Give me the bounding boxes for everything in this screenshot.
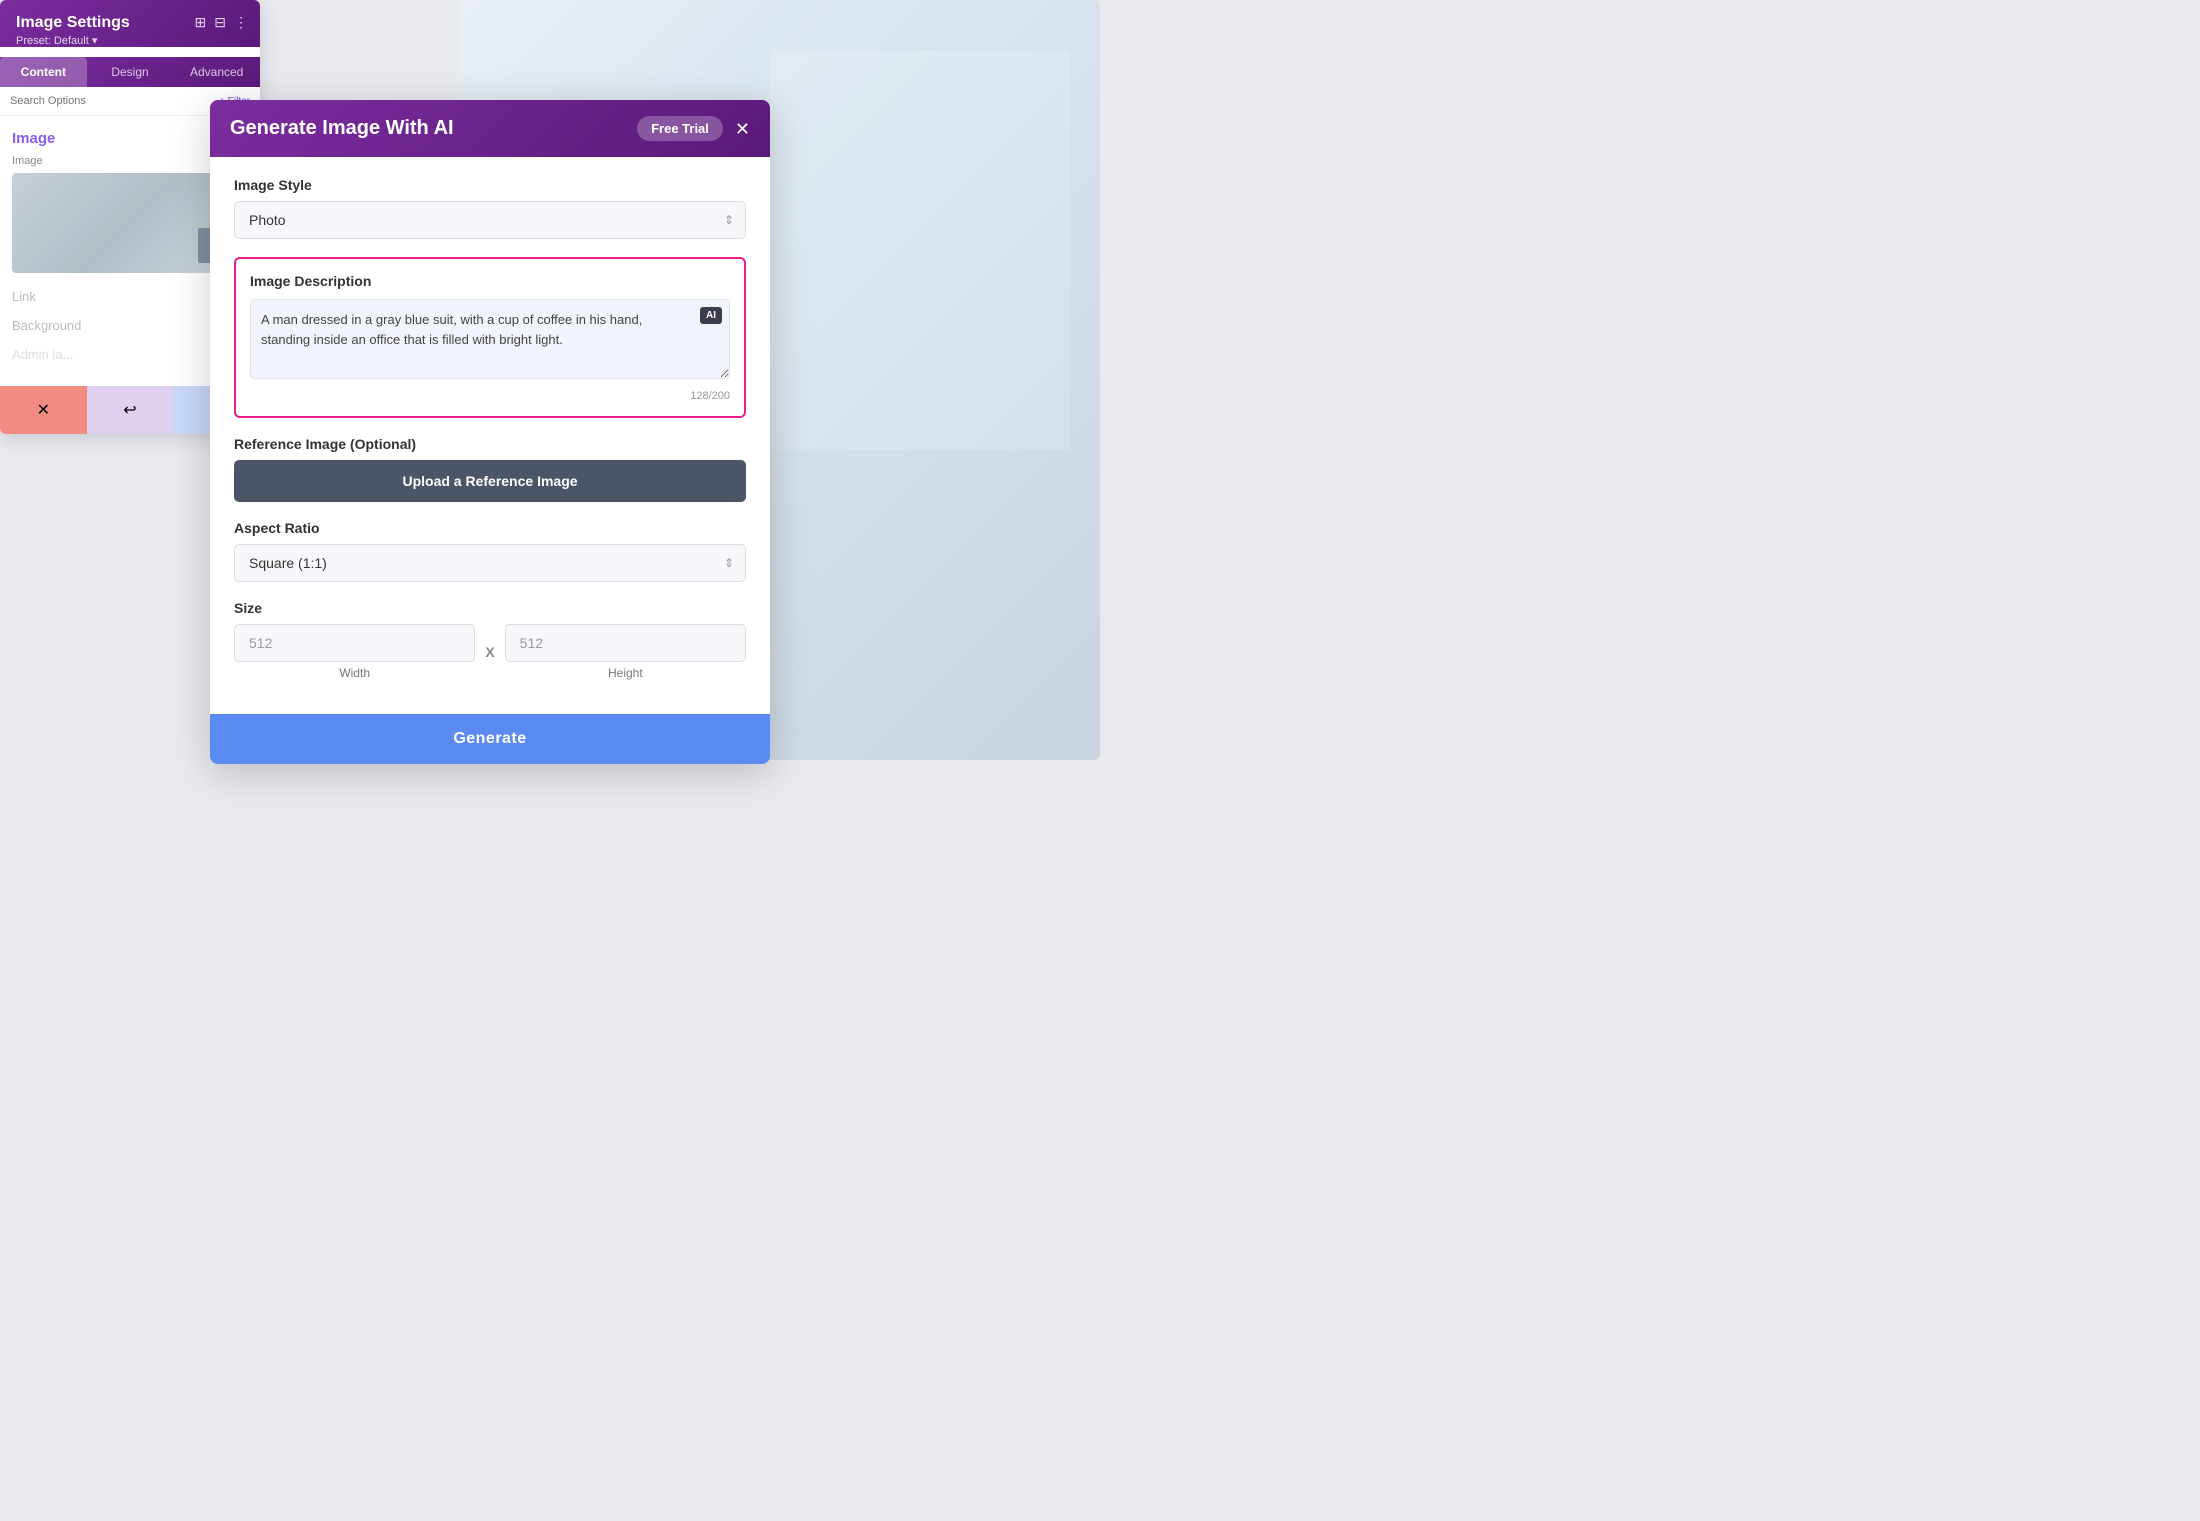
description-textarea[interactable]: A man dressed in a gray blue suit, with … bbox=[250, 299, 730, 379]
width-label: Width bbox=[234, 666, 475, 680]
image-style-label: Image Style bbox=[234, 177, 746, 193]
reference-image-label: Reference Image (Optional) bbox=[234, 436, 746, 452]
modal-body: Image Style Photo Illustration 3D Render… bbox=[210, 157, 770, 680]
height-group: Height bbox=[505, 624, 746, 680]
height-label: Height bbox=[505, 666, 746, 680]
panel-subtitle: Preset: Default ▾ bbox=[16, 34, 244, 47]
aspect-ratio-select-wrapper: Square (1:1) Landscape (16:9) Portrait (… bbox=[234, 544, 746, 582]
image-style-group: Image Style Photo Illustration 3D Render… bbox=[234, 177, 746, 239]
cancel-button[interactable]: ✕ bbox=[0, 386, 87, 434]
search-input[interactable] bbox=[10, 95, 213, 107]
tab-advanced[interactable]: Advanced bbox=[173, 57, 260, 87]
aspect-ratio-label: Aspect Ratio bbox=[234, 520, 746, 536]
size-label: Size bbox=[234, 600, 746, 616]
preset-selector[interactable]: Preset: Default ▾ bbox=[16, 35, 97, 47]
reference-image-group: Reference Image (Optional) Upload a Refe… bbox=[234, 436, 746, 502]
modal-title: Generate Image With AI bbox=[230, 117, 454, 140]
aspect-ratio-select[interactable]: Square (1:1) Landscape (16:9) Portrait (… bbox=[234, 544, 746, 582]
panel-icons: ⊞ ⊟ ⋮ bbox=[195, 14, 248, 31]
tab-design[interactable]: Design bbox=[87, 57, 174, 87]
panel-tabs: Content Design Advanced bbox=[0, 57, 260, 87]
generate-button[interactable]: Generate bbox=[210, 714, 770, 764]
upload-reference-button[interactable]: Upload a Reference Image bbox=[234, 460, 746, 502]
height-input[interactable] bbox=[505, 624, 746, 662]
background-image-content bbox=[770, 50, 1070, 450]
width-group: Width bbox=[234, 624, 475, 680]
modal-header-right: Free Trial ✕ bbox=[637, 116, 750, 141]
image-style-select-wrapper: Photo Illustration 3D Render Sketch bbox=[234, 201, 746, 239]
panel-header: Image Settings Preset: Default ▾ ⊞ ⊟ ⋮ bbox=[0, 0, 260, 47]
generate-modal: Generate Image With AI Free Trial ✕ Imag… bbox=[210, 100, 770, 764]
modal-header: Generate Image With AI Free Trial ✕ bbox=[210, 100, 770, 157]
size-group: Size Width X Height bbox=[234, 600, 746, 680]
width-input[interactable] bbox=[234, 624, 475, 662]
more-icon[interactable]: ⋮ bbox=[234, 14, 248, 31]
aspect-ratio-group: Aspect Ratio Square (1:1) Landscape (16:… bbox=[234, 520, 746, 582]
free-trial-badge[interactable]: Free Trial bbox=[637, 116, 723, 141]
tab-content[interactable]: Content bbox=[0, 57, 87, 87]
expand-icon[interactable]: ⊞ bbox=[195, 14, 207, 31]
textarea-wrapper: A man dressed in a gray blue suit, with … bbox=[250, 299, 730, 384]
undo-button[interactable]: ↩ bbox=[87, 386, 174, 434]
modal-footer: Generate bbox=[210, 698, 770, 764]
close-button[interactable]: ✕ bbox=[735, 120, 750, 138]
char-count: 128/200 bbox=[250, 390, 730, 402]
size-separator: X bbox=[485, 644, 494, 660]
size-row: Width X Height bbox=[234, 624, 746, 680]
description-label: Image Description bbox=[250, 273, 730, 289]
image-description-box: Image Description A man dressed in a gra… bbox=[234, 257, 746, 418]
ai-badge[interactable]: AI bbox=[700, 307, 722, 324]
image-style-select[interactable]: Photo Illustration 3D Render Sketch bbox=[234, 201, 746, 239]
split-icon[interactable]: ⊟ bbox=[214, 14, 226, 31]
